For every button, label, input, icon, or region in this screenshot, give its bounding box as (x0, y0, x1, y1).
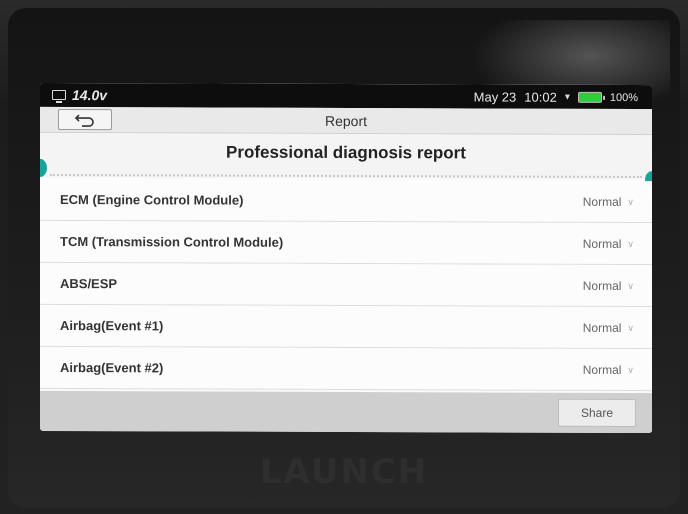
chevron-down-icon: ∨ (627, 322, 634, 333)
status-time: 10:02 (524, 89, 557, 105)
battery-percent: 100% (609, 91, 638, 104)
module-name: TCM (Transmission Control Module) (60, 234, 284, 250)
photo-background: LAUNCH 14.0v May 23 10:02 ▾ 100% Report … (0, 0, 688, 514)
chevron-down-icon: ∨ (627, 196, 634, 207)
monitor-icon (52, 89, 66, 101)
status-text: Normal (582, 278, 622, 293)
status-text: Normal (582, 194, 622, 209)
module-row-ecm[interactable]: ECM (Engine Control Module) Normal ∨ (40, 178, 652, 224)
module-row-tcm[interactable]: TCM (Transmission Control Module) Normal… (40, 220, 652, 266)
device-brand-logo: LAUNCH (259, 452, 429, 492)
module-row-airbag-2[interactable]: Airbag(Event #2) Normal ∨ (40, 346, 652, 392)
footer-bar: Share (40, 390, 652, 434)
module-row-abs[interactable]: ABS/ESP Normal ∨ (40, 262, 652, 308)
battery-icon (577, 91, 602, 103)
status-text: Normal (582, 320, 622, 335)
module-name: Airbag(Event #2) (60, 360, 164, 376)
status-date: May 23 (473, 89, 517, 105)
module-status[interactable]: Normal ∨ (583, 237, 634, 251)
module-name: ABS/ESP (60, 276, 118, 292)
chevron-down-icon: ∨ (627, 238, 634, 249)
title-bar: Report (40, 106, 652, 136)
module-status[interactable]: Normal ∨ (583, 279, 634, 293)
status-text: Normal (582, 362, 622, 377)
device-screen: 14.0v May 23 10:02 ▾ 100% Report Profess (40, 82, 652, 434)
dotted-divider (50, 173, 642, 179)
module-row-airbag-1[interactable]: Airbag(Event #1) Normal ∨ (40, 304, 652, 350)
chevron-down-icon: ∨ (627, 280, 634, 291)
module-status[interactable]: Normal ∨ (583, 195, 634, 209)
status-bar: 14.0v May 23 10:02 ▾ 100% (40, 82, 652, 110)
status-text: Normal (582, 236, 622, 251)
wifi-icon: ▾ (564, 91, 570, 103)
chevron-down-icon: ∨ (627, 364, 634, 375)
module-list: ECM (Engine Control Module) Normal ∨ TCM… (40, 178, 652, 392)
module-name: ECM (Engine Control Module) (60, 192, 244, 208)
module-status[interactable]: Normal ∨ (583, 363, 634, 377)
page-title: Report (324, 112, 368, 130)
module-name: Airbag(Event #1) (60, 318, 164, 334)
report-title: Professional diagnosis report (226, 142, 466, 163)
share-button[interactable]: Share (558, 398, 636, 428)
report-header: Professional diagnosis report (40, 132, 652, 190)
battery-voltage: 14.0v (72, 87, 108, 104)
module-status[interactable]: Normal ∨ (583, 321, 634, 335)
